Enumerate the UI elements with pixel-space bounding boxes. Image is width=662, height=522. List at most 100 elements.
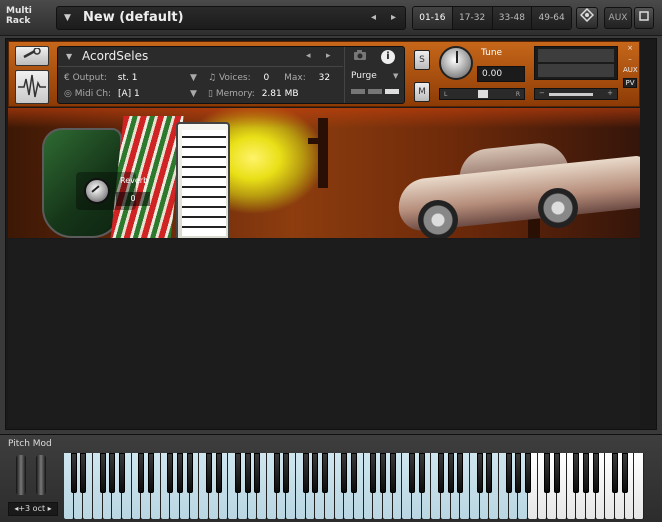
tune-knob[interactable]: [439, 46, 473, 80]
multi-rack-label: Multi Rack: [6, 6, 32, 26]
black-key[interactable]: [544, 453, 551, 493]
pitch-wheel[interactable]: [16, 455, 26, 495]
info-icon[interactable]: i: [381, 50, 395, 64]
black-key[interactable]: [486, 453, 493, 493]
black-key[interactable]: [80, 453, 87, 493]
purge-button[interactable]: Purge: [351, 71, 377, 81]
mute-button[interactable]: M: [414, 82, 430, 102]
black-key[interactable]: [457, 453, 464, 493]
page-button-01-16[interactable]: 01-16: [413, 7, 453, 29]
black-key[interactable]: [409, 453, 415, 493]
black-key[interactable]: [370, 453, 377, 493]
black-key[interactable]: [476, 453, 483, 493]
piano-keyboard[interactable]: [64, 453, 644, 519]
black-key[interactable]: [438, 453, 444, 493]
minimize-icon[interactable]: –: [623, 55, 637, 63]
instrument-info-panel: ▼ AcordSeles ◂ ▸ € Output: st. 1 ▼ ♫ Voi…: [57, 46, 405, 104]
black-key[interactable]: [70, 453, 77, 493]
solo-button[interactable]: S: [414, 50, 430, 70]
black-key[interactable]: [167, 453, 174, 493]
instrument-name-row: ▼ AcordSeles ◂ ▸: [58, 47, 343, 67]
black-key[interactable]: [254, 453, 261, 493]
black-key[interactable]: [177, 453, 183, 493]
reverb-value[interactable]: 0: [116, 192, 150, 206]
output-row[interactable]: € Output: st. 1 ▼: [64, 73, 197, 83]
max-voices-value[interactable]: 32: [319, 73, 330, 83]
aux-send-button[interactable]: AUX: [623, 66, 638, 74]
tune-label: Tune: [481, 48, 503, 58]
black-key[interactable]: [554, 453, 560, 493]
tune-value[interactable]: 0.00: [477, 66, 525, 82]
output-dropdown-icon[interactable]: ▼: [190, 73, 197, 83]
white-key[interactable]: [634, 453, 644, 519]
purge-dropdown-icon[interactable]: ▼: [393, 72, 398, 80]
rack-empty-area[interactable]: [8, 239, 640, 427]
wrench-icon[interactable]: [15, 46, 49, 66]
purge-meters: [351, 89, 399, 94]
black-key[interactable]: [302, 453, 309, 493]
black-key[interactable]: [380, 453, 386, 493]
black-key[interactable]: [341, 453, 348, 493]
pan-handle[interactable]: [478, 90, 488, 98]
pv-button[interactable]: PV: [623, 78, 637, 88]
black-key[interactable]: [505, 453, 512, 493]
black-key[interactable]: [244, 453, 251, 493]
rack-prev-icon[interactable]: ◂: [371, 12, 376, 23]
kontakt-window: Multi Rack ▼ New (default) ◂ ▸ 01-16 17-…: [0, 0, 662, 522]
black-key[interactable]: [109, 453, 116, 493]
midi-row[interactable]: ◎ Midi Ch: [A] 1 ▼: [64, 89, 197, 99]
voices-icon: ♫: [208, 73, 219, 83]
rack-next-icon[interactable]: ▸: [391, 12, 396, 23]
voices-row: ♫ Voices: 0 Max: 32: [208, 73, 331, 83]
black-key[interactable]: [583, 453, 589, 493]
black-key[interactable]: [206, 453, 212, 493]
black-key[interactable]: [389, 453, 396, 493]
page-button-17-32[interactable]: 17-32: [452, 7, 493, 29]
rack-name-field[interactable]: ▼ New (default) ◂ ▸: [56, 6, 406, 30]
black-key[interactable]: [592, 453, 599, 493]
black-key[interactable]: [418, 453, 425, 493]
rack-settings-icon[interactable]: [576, 7, 598, 29]
instrument-next-icon[interactable]: ▸: [326, 51, 331, 61]
page-button-49-64[interactable]: 49-64: [532, 7, 571, 29]
volume-slider[interactable]: − +: [534, 88, 618, 100]
black-key[interactable]: [351, 453, 357, 493]
black-key[interactable]: [447, 453, 454, 493]
waveform-icon[interactable]: [15, 70, 49, 104]
black-key[interactable]: [148, 453, 154, 493]
reverb-knob[interactable]: [84, 178, 110, 204]
midi-dropdown-icon[interactable]: ▼: [190, 89, 197, 99]
black-key[interactable]: [283, 453, 290, 493]
black-key[interactable]: [621, 453, 628, 493]
black-key[interactable]: [612, 453, 618, 493]
mod-wheel[interactable]: [36, 455, 46, 495]
black-key[interactable]: [525, 453, 531, 493]
black-key[interactable]: [215, 453, 222, 493]
diamond-icon: [579, 7, 595, 23]
pan-slider[interactable]: L R: [439, 88, 525, 100]
aux-button[interactable]: AUX: [604, 7, 632, 29]
pitch-mod-wheels: [14, 455, 52, 495]
black-key[interactable]: [99, 453, 106, 493]
octave-shift[interactable]: ◂+3 oct ▸: [8, 502, 58, 516]
black-key[interactable]: [235, 453, 241, 493]
close-icon[interactable]: ×: [623, 44, 637, 52]
instrument-dropdown-icon[interactable]: ▼: [66, 52, 72, 61]
instrument-prev-icon[interactable]: ◂: [306, 51, 311, 61]
black-key[interactable]: [273, 453, 280, 493]
black-key[interactable]: [186, 453, 193, 493]
rack-close-icon[interactable]: [634, 7, 654, 29]
black-key[interactable]: [312, 453, 319, 493]
instrument-artwork: Reverb 0: [8, 108, 640, 238]
black-key[interactable]: [573, 453, 580, 493]
instrument-name: AcordSeles: [82, 49, 149, 63]
black-key[interactable]: [138, 453, 145, 493]
camera-icon[interactable]: [353, 50, 367, 64]
black-key[interactable]: [322, 453, 328, 493]
black-key[interactable]: [515, 453, 522, 493]
black-key[interactable]: [119, 453, 125, 493]
reverb-label: Reverb: [120, 176, 149, 185]
page-button-33-48[interactable]: 33-48: [492, 7, 533, 29]
rack-dropdown-icon[interactable]: ▼: [64, 13, 71, 23]
pitch-mod-label: Pitch Mod: [8, 439, 52, 449]
